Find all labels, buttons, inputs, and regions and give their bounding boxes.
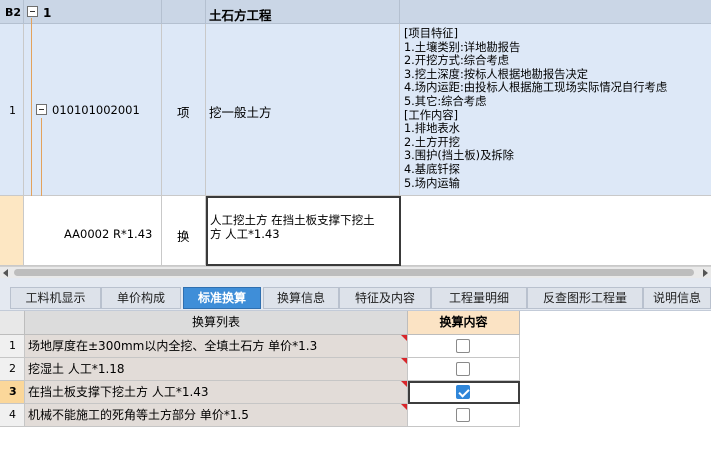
table-row[interactable]: 2 挖湿土 人工*1.18 xyxy=(0,358,520,381)
feature-line: [项目特征] xyxy=(404,27,459,40)
section-name: 土石方工程 xyxy=(209,8,272,23)
conversion-checkbox[interactable] xyxy=(456,408,470,422)
tab-description-info[interactable]: 说明信息 xyxy=(643,287,711,309)
column-header-conversion-list: 换算列表 xyxy=(25,311,408,335)
conversion-checkbox[interactable] xyxy=(456,339,470,353)
conversion-checkbox-cell[interactable] xyxy=(408,335,520,358)
tab-quantity-details[interactable]: 工程量明细 xyxy=(431,287,527,309)
section-code: 1 xyxy=(43,6,52,20)
conversion-checkbox-checked[interactable] xyxy=(456,385,470,399)
feature-line: 1.土壤类别:详地勘报告 xyxy=(404,40,521,54)
conversion-checkbox-cell[interactable] xyxy=(408,358,520,381)
quota-name-line: 方 人工*1.43 xyxy=(210,227,280,241)
feature-line: 2.开挖方式:综合考虑 xyxy=(404,54,509,68)
section-index: B2 xyxy=(5,6,22,19)
horizontal-scrollbar[interactable] xyxy=(0,266,711,278)
feature-line: 3.挖土深度:按标人根据地勘报告决定 xyxy=(404,67,589,81)
comment-marker-icon xyxy=(401,404,407,410)
item-type: 项 xyxy=(177,105,190,120)
comment-marker-icon xyxy=(401,381,407,387)
row-index: 1 xyxy=(0,335,25,358)
quota-name-line: 人工挖土方 在挡土板支撑下挖土 xyxy=(210,213,375,227)
column-header-conversion-content: 换算内容 xyxy=(408,311,520,335)
tab-standard-conversion[interactable]: 标准换算 xyxy=(183,287,261,309)
table-row[interactable]: 1 场地厚度在±300mm以内全挖、全填土石方 单价*1.3 xyxy=(0,335,520,358)
collapse-toggle-icon[interactable] xyxy=(36,104,47,115)
conversion-name: 在挡土板支撑下挖土方 人工*1.43 xyxy=(25,381,408,404)
feature-line: 5.场内运输 xyxy=(404,176,460,190)
row-index: 4 xyxy=(0,404,25,427)
scroll-right-icon[interactable] xyxy=(703,269,708,277)
feature-line: 1.排地表水 xyxy=(404,122,460,136)
tab-material-display[interactable]: 工料机显示 xyxy=(10,287,101,309)
comment-marker-icon xyxy=(401,335,407,341)
tab-unit-price-composition[interactable]: 单价构成 xyxy=(101,287,181,309)
item-code: 010101002001 xyxy=(52,103,140,117)
conversion-name-text: 在挡土板支撑下挖土方 人工*1.43 xyxy=(28,385,209,399)
quota-code: AA0002 R*1.43 xyxy=(64,227,153,241)
scrollbar-thumb[interactable] xyxy=(14,269,694,276)
collapse-toggle-icon[interactable] xyxy=(27,6,38,17)
feature-line: 3.围护(挡土板)及拆除 xyxy=(404,149,514,163)
item-features: [项目特征] 1.土壤类别:详地勘报告 2.开挖方式:综合考虑 3.挖土深度:按… xyxy=(404,27,667,190)
scroll-left-icon[interactable] xyxy=(3,269,8,277)
conversion-name-text: 场地厚度在±300mm以内全挖、全填土石方 单价*1.3 xyxy=(28,339,318,353)
conversion-name-text: 机械不能施工的死角等土方部分 单价*1.5 xyxy=(28,408,249,422)
conversion-name: 挖湿土 人工*1.18 xyxy=(25,358,408,381)
quota-name-editor[interactable]: 人工挖土方 在挡土板支撑下挖土 方 人工*1.43 xyxy=(206,196,401,266)
conversion-table: 换算列表 换算内容 1 场地厚度在±300mm以内全挖、全填土石方 单价*1.3… xyxy=(0,311,711,452)
feature-line: 4.场内运距:由投标人根据施工现场实际情况自行考虑 xyxy=(404,81,668,95)
tab-reverse-graphic-quantity[interactable]: 反查图形工程量 xyxy=(527,287,643,309)
quota-type: 换 xyxy=(177,229,190,244)
row-index: 3 xyxy=(0,381,25,404)
row-index: 2 xyxy=(0,358,25,381)
conversion-checkbox[interactable] xyxy=(456,362,470,376)
conversion-name: 场地厚度在±300mm以内全挖、全填土石方 单价*1.3 xyxy=(25,335,408,358)
tab-conversion-info[interactable]: 换算信息 xyxy=(263,287,339,309)
item-name: 挖一般土方 xyxy=(209,105,272,120)
conversion-name: 机械不能施工的死角等土方部分 单价*1.5 xyxy=(25,404,408,427)
section-row[interactable]: B2 1 土石方工程 xyxy=(0,0,711,24)
conversion-checkbox-cell[interactable] xyxy=(408,404,520,427)
table-row[interactable]: 4 机械不能施工的死角等土方部分 单价*1.5 xyxy=(0,404,520,427)
conversion-name-text: 挖湿土 人工*1.18 xyxy=(28,362,125,376)
conversion-checkbox-cell[interactable] xyxy=(408,381,520,404)
comment-marker-icon xyxy=(401,358,407,364)
table-corner xyxy=(0,311,25,335)
table-row-selected[interactable]: 3 在挡土板支撑下挖土方 人工*1.43 xyxy=(0,381,520,404)
detail-tab-bar: 工料机显示 单价构成 标准换算 换算信息 特征及内容 工程量明细 反查图形工程量… xyxy=(0,278,711,311)
feature-line: [工作内容] xyxy=(404,108,459,122)
feature-line: 4.基底钎探 xyxy=(404,162,460,176)
bill-tree-grid: B2 1 土石方工程 1 010101002001 项 挖一般土方 [项目特征]… xyxy=(0,0,711,266)
feature-line: 2.土方开挖 xyxy=(404,135,460,149)
tab-features-content[interactable]: 特征及内容 xyxy=(339,287,431,309)
feature-line: 5.其它:综合考虑 xyxy=(404,94,487,108)
item-index: 1 xyxy=(9,104,16,117)
